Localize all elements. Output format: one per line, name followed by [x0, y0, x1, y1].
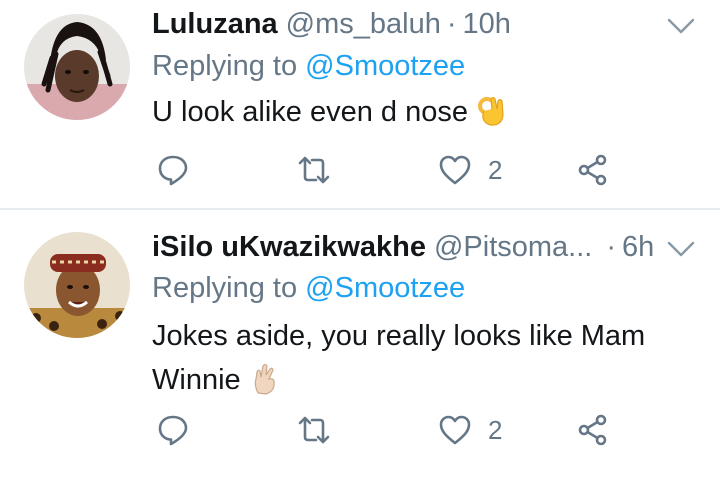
- reply-icon: [158, 415, 188, 446]
- replying-to: Replying to @Smootzee: [152, 272, 465, 305]
- like-count: 2: [488, 154, 503, 185]
- heart-icon: [439, 415, 471, 445]
- like-count: 2: [488, 414, 503, 445]
- replying-to-label: Replying to: [152, 272, 306, 304]
- retweet-icon: [298, 156, 330, 184]
- tweet-text: U look alike even d nose: [152, 90, 692, 134]
- display-name[interactable]: iSilo uKwazikwakhe: [152, 231, 426, 264]
- reply-icon: [158, 155, 188, 186]
- reply-button[interactable]: [156, 150, 190, 190]
- timestamp[interactable]: 6h: [622, 231, 654, 264]
- reply-button[interactable]: [156, 410, 190, 450]
- tweet-header: iSilo uKwazikwakhe @Pitsoma... · 6h: [152, 227, 700, 267]
- chevron-down-icon[interactable]: [666, 239, 696, 259]
- separator: ·: [446, 7, 457, 40]
- chevron-down-icon[interactable]: [666, 16, 696, 36]
- tweet-text: Jokes aside, you really looks like Mam W…: [152, 314, 692, 402]
- like-button[interactable]: 2: [438, 150, 502, 190]
- tweet-actions: 2: [0, 410, 720, 450]
- tweet-text-content: Jokes aside, you really looks like Mam W…: [152, 320, 646, 396]
- tweet-actions: 2: [0, 150, 720, 190]
- separator: ·: [606, 230, 617, 263]
- replying-to-label: Replying to: [152, 50, 306, 82]
- user-handle[interactable]: @Pitsoma...: [434, 231, 592, 264]
- share-icon: [578, 414, 607, 446]
- avatar[interactable]: [24, 14, 130, 120]
- timestamp[interactable]: 10h: [463, 8, 511, 41]
- user-handle[interactable]: @ms_baluh: [286, 8, 441, 41]
- ok-hand-emoji: [476, 95, 506, 127]
- retweet-button[interactable]: [297, 410, 331, 450]
- crossed-fingers-emoji: [249, 363, 279, 395]
- mention-link[interactable]: @Smootzee: [305, 272, 465, 304]
- tweet[interactable]: iSilo uKwazikwakhe @Pitsoma... · 6h Repl…: [0, 210, 720, 480]
- like-button[interactable]: 2: [438, 410, 502, 450]
- share-button[interactable]: [576, 150, 610, 190]
- avatar[interactable]: [24, 232, 130, 338]
- tweet-text-content: U look alike even d nose: [152, 96, 468, 128]
- tweet-header: Luluzana @ms_baluh · 10h: [152, 4, 700, 44]
- retweet-button[interactable]: [297, 150, 331, 190]
- share-icon: [578, 154, 607, 186]
- retweet-icon: [298, 416, 330, 444]
- share-button[interactable]: [576, 410, 610, 450]
- heart-icon: [439, 155, 471, 185]
- display-name[interactable]: Luluzana: [152, 8, 278, 41]
- tweet[interactable]: Luluzana @ms_baluh · 10h Replying to @Sm…: [0, 0, 720, 209]
- mention-link[interactable]: @Smootzee: [305, 50, 465, 82]
- replying-to: Replying to @Smootzee: [152, 50, 465, 83]
